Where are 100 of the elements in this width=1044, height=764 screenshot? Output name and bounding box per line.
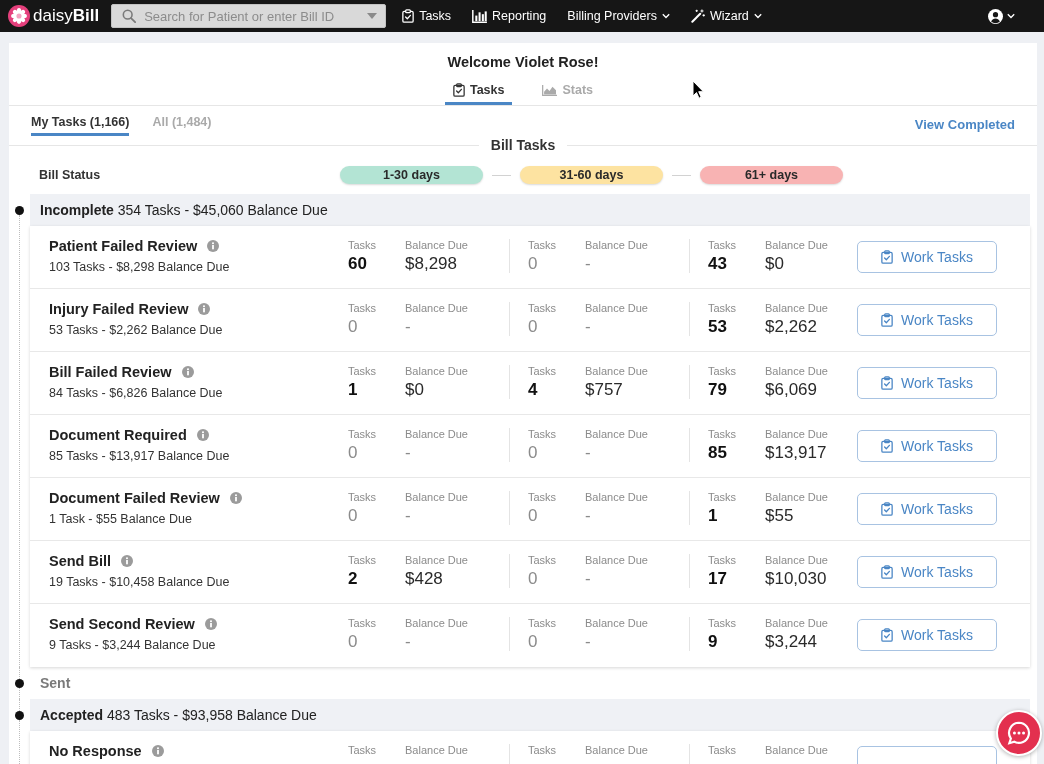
tasks-label: Tasks	[348, 365, 377, 377]
search-icon	[122, 9, 137, 23]
tasks-label: Tasks	[708, 491, 737, 503]
balance-amount: -	[405, 506, 411, 526]
info-icon	[229, 492, 242, 504]
task-count: 53	[708, 317, 727, 337]
chevron-down-icon	[753, 13, 762, 19]
task-count: 0	[528, 632, 538, 652]
balance-label: Balance Due	[765, 491, 828, 503]
balance-amount: $0	[405, 380, 424, 400]
task-summary: 53 Tasks - $2,262 Balance Due	[49, 323, 224, 338]
view-completed-link[interactable]: View Completed	[914, 116, 1015, 132]
balance-amount: -	[585, 632, 591, 652]
task-count: 4	[528, 380, 538, 400]
balance-label: Balance Due	[585, 365, 648, 377]
timeline-dot-icon	[15, 206, 24, 215]
balance-label: Balance Due	[765, 302, 828, 314]
tasks-label: Tasks	[528, 365, 557, 377]
balance-amount: $13,917	[765, 443, 827, 463]
balance-label: Balance Due	[585, 428, 648, 440]
chat-bubble-icon	[1006, 720, 1032, 746]
balance-amount: $428	[405, 569, 443, 589]
task-title: Send Second Review	[49, 615, 195, 633]
nav-menu[interactable]: Wizard	[690, 9, 762, 23]
view-tab[interactable]: Tasks	[444, 78, 513, 105]
area-chart-icon	[542, 84, 558, 96]
work-tasks-button[interactable]: Work Tasks	[857, 241, 997, 273]
task-summary: 9 Tasks - $3,244 Balance Due	[49, 638, 217, 653]
search-field[interactable]: Search for Patient or enter Bill ID	[111, 4, 387, 28]
task-count: 0	[348, 317, 358, 337]
balance-label: Balance Due	[405, 744, 468, 756]
balance-amount: -	[585, 506, 591, 526]
task-count: 1	[708, 506, 718, 526]
task-count: 43	[708, 254, 727, 274]
work-tasks-button[interactable]: Work Tasks	[857, 493, 997, 525]
tasks-label: Tasks	[708, 365, 737, 377]
nav-menu[interactable]: Billing Providers	[567, 9, 670, 23]
work-tasks-button[interactable]: Work Tasks	[857, 430, 997, 462]
task-count: 79	[708, 380, 727, 400]
balance-amount: $2,262	[765, 317, 817, 337]
welcome-heading: Welcome Violet Rose!	[446, 53, 600, 72]
user-menu-button[interactable]	[988, 8, 1015, 24]
section-title: Bill Tasks	[489, 136, 557, 154]
filter-tab[interactable]: My Tasks (1,166)	[31, 106, 130, 136]
status-label: Bill Status	[39, 168, 102, 182]
age-range-tag: 31-60 days	[520, 166, 663, 184]
task-count: 0	[528, 254, 538, 274]
balance-amount: $6,069	[765, 380, 817, 400]
clipboard-check-icon	[881, 565, 894, 579]
balance-label: Balance Due	[405, 302, 468, 314]
nav-link[interactable]: Reporting	[472, 9, 547, 23]
timeline-dot-icon	[15, 679, 24, 688]
tasks-label: Tasks	[348, 428, 377, 440]
task-count: 0	[528, 443, 538, 463]
mouse-cursor-icon	[692, 80, 704, 99]
tasks-label: Tasks	[708, 302, 737, 314]
connector-line	[672, 174, 691, 176]
balance-amount: $8,298	[405, 254, 457, 274]
tasks-label: Tasks	[348, 491, 377, 503]
balance-label: Balance Due	[585, 554, 648, 566]
group-label: Sent	[39, 674, 72, 693]
tasks-label: Tasks	[348, 554, 377, 566]
info-icon	[196, 429, 209, 441]
work-tasks-button[interactable]: Work Tasks	[857, 367, 997, 399]
balance-label: Balance Due	[765, 554, 828, 566]
clipboard-check-icon	[881, 250, 894, 264]
task-count: 0	[528, 569, 538, 589]
bar-chart-icon	[472, 9, 488, 23]
task-summary: 1 Task - $55 Balance Due	[49, 512, 193, 527]
balance-amount: -	[585, 317, 591, 337]
task-count: 60	[348, 254, 367, 274]
work-tasks-button[interactable]: Work Tasks	[857, 304, 997, 336]
view-tab[interactable]: Stats	[534, 78, 602, 105]
task-title: Bill Failed Review	[49, 363, 172, 381]
tasks-label: Tasks	[528, 554, 557, 566]
task-title: No Response	[49, 742, 142, 760]
clipboard-check-icon	[452, 83, 465, 97]
filter-tab[interactable]: All (1,484)	[152, 106, 212, 136]
work-tasks-button[interactable]: Work Tasks	[857, 619, 997, 651]
clipboard-check-icon	[881, 502, 894, 516]
info-icon	[207, 240, 220, 252]
balance-label: Balance Due	[765, 365, 828, 377]
task-title: Patient Failed Review	[49, 237, 198, 255]
tasks-label: Tasks	[708, 554, 737, 566]
balance-label: Balance Due	[585, 239, 648, 251]
balance-label: Balance Due	[405, 428, 468, 440]
clipboard-check-icon	[881, 313, 894, 327]
chevron-down-icon	[661, 13, 670, 19]
balance-label: Balance Due	[765, 239, 828, 251]
nav-link[interactable]: Tasks	[402, 9, 452, 23]
info-icon	[181, 366, 194, 378]
balance-amount: $757	[585, 380, 623, 400]
balance-amount: -	[585, 569, 591, 589]
work-tasks-button[interactable]: Work Tasks	[857, 556, 997, 588]
task-title: Injury Failed Review	[49, 300, 189, 318]
clipboard-check-icon	[881, 628, 894, 642]
age-range-tag: 1-30 days	[340, 166, 483, 184]
tasks-label: Tasks	[528, 744, 557, 756]
balance-label: Balance Due	[585, 302, 648, 314]
balance-label: Balance Due	[405, 239, 468, 251]
